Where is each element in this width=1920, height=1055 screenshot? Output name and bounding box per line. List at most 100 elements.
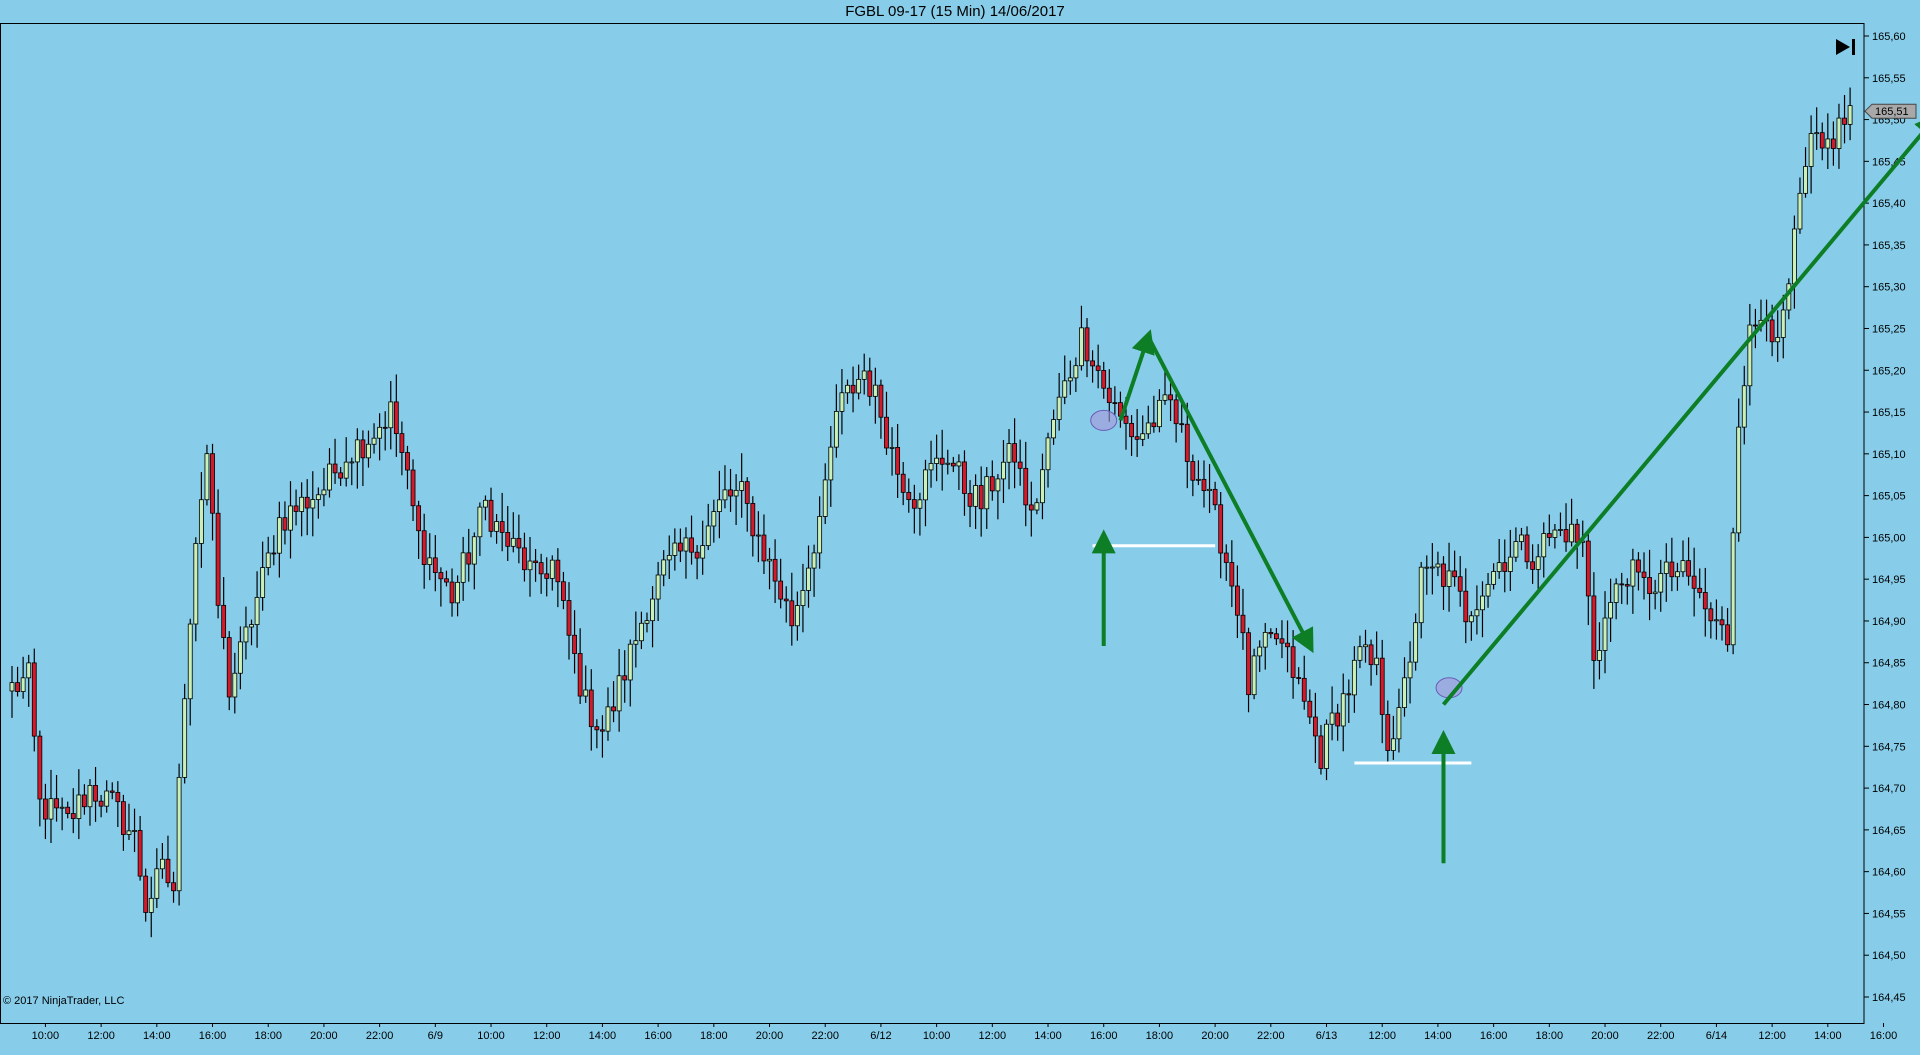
candle-body bbox=[733, 490, 739, 497]
candle-body bbox=[1546, 533, 1552, 538]
candle-body bbox=[1140, 433, 1146, 440]
price-chart[interactable]: 164,45 164,50 164,55 164,60 164,65 164,70 164,… bbox=[0, 0, 1920, 1055]
candle-body bbox=[1324, 723, 1329, 769]
candle-body bbox=[1636, 559, 1641, 573]
candle-body bbox=[288, 505, 293, 531]
candle-body bbox=[1624, 584, 1630, 587]
candle-body bbox=[583, 689, 589, 697]
candle-body bbox=[561, 581, 566, 601]
y-tick-label: 165,10 bbox=[1872, 449, 1906, 461]
x-tick-label: 16:00 bbox=[1870, 1030, 1898, 1042]
x-tick-label: 20:00 bbox=[1591, 1030, 1619, 1042]
candle-body bbox=[1229, 562, 1235, 587]
candle-body bbox=[1803, 166, 1808, 194]
candle-body bbox=[1780, 309, 1786, 338]
candle-body bbox=[1240, 614, 1246, 634]
candle-body bbox=[15, 682, 20, 692]
candle-body bbox=[143, 875, 149, 913]
candle-body bbox=[1480, 595, 1485, 611]
candle-body bbox=[1769, 319, 1775, 343]
candle-body bbox=[1279, 638, 1285, 644]
x-tick-label: 22:00 bbox=[366, 1030, 394, 1042]
candle-body bbox=[666, 555, 672, 561]
candle-body bbox=[494, 521, 499, 532]
trend-arrow bbox=[1118, 329, 1155, 422]
candle-body bbox=[1491, 571, 1497, 585]
skip-to-end-icon[interactable] bbox=[1832, 36, 1860, 58]
candle-body bbox=[48, 798, 54, 820]
candle-body bbox=[1574, 523, 1580, 543]
candle-body bbox=[566, 600, 572, 636]
y-tick-label: 164,95 bbox=[1872, 574, 1906, 586]
x-tick-label: 12:00 bbox=[1368, 1030, 1396, 1042]
candle-body bbox=[343, 461, 349, 479]
candle-body bbox=[750, 503, 756, 537]
candle-body bbox=[98, 800, 104, 807]
candle-body bbox=[265, 552, 271, 568]
candle-body bbox=[1468, 615, 1474, 623]
candle-body bbox=[510, 537, 516, 547]
x-tick-label: 10:00 bbox=[32, 1030, 60, 1042]
candle-body bbox=[310, 499, 316, 509]
candle-body bbox=[182, 698, 188, 778]
candle-body bbox=[59, 806, 65, 809]
candle-body bbox=[689, 537, 694, 553]
candle-body bbox=[499, 521, 505, 533]
candle-body bbox=[254, 597, 260, 625]
candle-body bbox=[1474, 609, 1480, 617]
candle-body bbox=[126, 830, 132, 835]
candle-body bbox=[1463, 590, 1469, 623]
candle-body bbox=[1307, 700, 1313, 718]
candle-body bbox=[148, 897, 154, 913]
candle-body bbox=[204, 453, 210, 501]
candle-body bbox=[549, 559, 555, 579]
candle-body bbox=[1045, 437, 1051, 471]
candle-body bbox=[728, 489, 733, 497]
candle-body bbox=[1385, 714, 1391, 751]
candle-body bbox=[856, 378, 862, 394]
candle-body bbox=[1179, 423, 1185, 426]
candle-body bbox=[1374, 657, 1380, 666]
candle-body bbox=[460, 552, 466, 583]
candle-body bbox=[1836, 117, 1842, 149]
candle-body bbox=[683, 537, 689, 552]
candle-body bbox=[1251, 655, 1257, 696]
candle-body bbox=[939, 457, 945, 465]
x-tick-label: 18:00 bbox=[700, 1030, 728, 1042]
candle-body bbox=[1792, 228, 1797, 285]
candle-body bbox=[527, 560, 533, 571]
candle-body bbox=[839, 392, 845, 412]
candle-body bbox=[1329, 712, 1335, 725]
candle-body bbox=[923, 469, 928, 501]
candle-body bbox=[1129, 422, 1134, 438]
candle-body bbox=[488, 499, 494, 532]
candle-body bbox=[349, 461, 355, 464]
candle-body bbox=[1602, 617, 1608, 651]
candle-body bbox=[260, 567, 266, 598]
x-tick-label: 20:00 bbox=[1201, 1030, 1229, 1042]
x-tick-label: 18:00 bbox=[1146, 1030, 1174, 1042]
x-tick-label: 10:00 bbox=[923, 1030, 951, 1042]
candle-body bbox=[533, 560, 538, 564]
candle-body bbox=[1686, 560, 1691, 577]
candle-body bbox=[967, 493, 973, 507]
candle-body bbox=[945, 462, 951, 465]
x-tick-label: 20:00 bbox=[310, 1030, 338, 1042]
candle-body bbox=[421, 530, 427, 565]
candle-body bbox=[1285, 642, 1290, 648]
candle-body bbox=[1034, 502, 1040, 511]
candle-body bbox=[867, 370, 873, 397]
candle-body bbox=[410, 469, 416, 507]
y-tick-label: 165,00 bbox=[1872, 532, 1906, 544]
candle-body bbox=[382, 426, 388, 429]
candle-body bbox=[1691, 575, 1697, 589]
candle-body bbox=[176, 777, 182, 892]
candle-body bbox=[1819, 132, 1825, 149]
candle-body bbox=[655, 574, 661, 600]
candle-body bbox=[1830, 138, 1836, 149]
x-tick-label: 22:00 bbox=[811, 1030, 839, 1042]
candle-body bbox=[1630, 559, 1636, 587]
candle-body bbox=[393, 401, 399, 435]
candles bbox=[9, 87, 1853, 938]
candle-body bbox=[405, 452, 410, 471]
